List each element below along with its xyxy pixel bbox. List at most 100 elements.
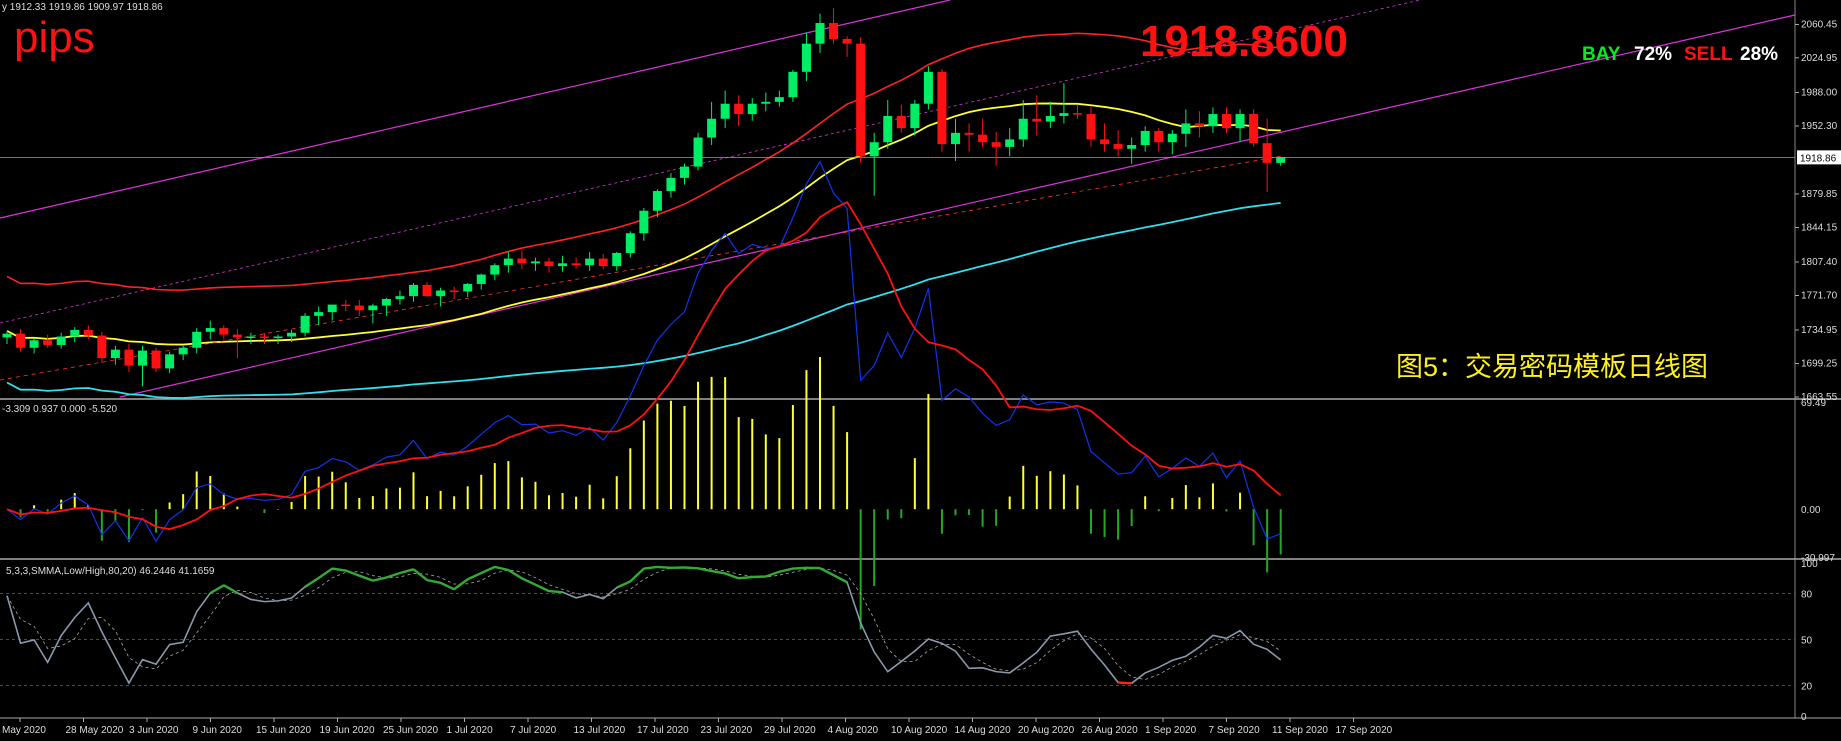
candle-body bbox=[232, 334, 242, 338]
macd-tick-label: 69.49 bbox=[1801, 398, 1826, 409]
candle-body bbox=[1262, 143, 1272, 163]
candle-body bbox=[422, 284, 432, 297]
candle-body bbox=[178, 347, 188, 355]
stochastic-tick-label: 50 bbox=[1801, 636, 1813, 647]
candle-body bbox=[788, 71, 798, 98]
chart-caption: 图5：交易密码模板日线图 bbox=[1396, 352, 1708, 382]
date-tick-label: 1 Sep 2020 bbox=[1145, 725, 1197, 736]
price-tick-label: 1771.70 bbox=[1801, 290, 1838, 301]
sell-percent: 28% bbox=[1740, 44, 1778, 65]
candle-body bbox=[83, 329, 93, 336]
candle-body bbox=[327, 304, 337, 313]
candle-body bbox=[652, 191, 662, 211]
bay-label: BAY bbox=[1582, 44, 1621, 65]
date-tick-label: 17 Sep 2020 bbox=[1336, 725, 1393, 736]
candle-body bbox=[314, 312, 324, 316]
candle-body bbox=[585, 258, 595, 266]
candle-body bbox=[639, 210, 649, 234]
candle-body bbox=[29, 340, 39, 348]
macd-tick-label: 0.00 bbox=[1801, 505, 1821, 516]
stochastic-tick-label: 20 bbox=[1801, 681, 1813, 692]
candle-body bbox=[1167, 133, 1177, 143]
price-tick-label: 1699.25 bbox=[1801, 358, 1838, 369]
date-tick-label: 13 Jul 2020 bbox=[574, 725, 626, 736]
candle-body bbox=[625, 233, 635, 253]
price-tick-label: 1734.95 bbox=[1801, 325, 1838, 336]
candle-body bbox=[16, 333, 26, 348]
date-tick-label: 19 Jun 2020 bbox=[320, 725, 375, 736]
candle-body bbox=[2, 333, 12, 338]
candle-body bbox=[1086, 114, 1096, 140]
candle-body bbox=[1276, 157, 1286, 163]
candle-body bbox=[896, 115, 906, 129]
candle-body bbox=[43, 340, 53, 345]
candle-body bbox=[1140, 130, 1150, 146]
candle-body bbox=[842, 38, 852, 44]
candle-body bbox=[503, 258, 513, 266]
candle bbox=[923, 66, 933, 110]
candle-body bbox=[910, 103, 920, 129]
price-tick-label: 1879.85 bbox=[1801, 189, 1838, 200]
candle-body bbox=[598, 258, 608, 267]
candle-body bbox=[273, 336, 283, 339]
trading-chart[interactable]: 2060.45 2024.95 1988.00 1952.30 1879.85 1844.… bbox=[0, 0, 1841, 741]
stochastic-tick-label: 100 bbox=[1801, 559, 1818, 570]
stochastic-overbought-segment bbox=[657, 565, 672, 569]
candle-body bbox=[1018, 118, 1028, 140]
current-price-tag-label: 1918.86 bbox=[1800, 153, 1837, 164]
date-tick-label: 23 Jul 2020 bbox=[701, 725, 753, 736]
candle-body bbox=[517, 258, 527, 264]
date-tick-label: 3 Jun 2020 bbox=[129, 725, 179, 736]
candle-body bbox=[869, 142, 879, 157]
candle-body bbox=[1208, 114, 1218, 127]
candle-body bbox=[666, 177, 676, 192]
ohlc-readout: y 1912.33 1919.86 1909.97 1918.86 bbox=[2, 2, 163, 13]
candle-body bbox=[1194, 123, 1204, 127]
candle-body bbox=[1072, 113, 1082, 115]
stochastic-overbought-segment bbox=[738, 575, 753, 580]
candle-body bbox=[97, 335, 107, 359]
date-tick-label: 28 May 2020 bbox=[66, 725, 124, 736]
stochastic-tick-label: 0 bbox=[1801, 712, 1807, 723]
candle-body bbox=[530, 261, 540, 264]
candle-body bbox=[761, 101, 771, 104]
candle-body bbox=[707, 118, 717, 138]
stochastic-overbought-segment bbox=[548, 589, 563, 594]
candle-body bbox=[937, 71, 947, 145]
date-tick-label: 17 Jul 2020 bbox=[637, 725, 689, 736]
candle-body bbox=[341, 304, 351, 307]
stochastic-tick-label: 80 bbox=[1801, 590, 1813, 601]
candle-body bbox=[829, 23, 839, 39]
candle-body bbox=[1100, 139, 1110, 145]
candle-body bbox=[747, 103, 757, 115]
candle-body bbox=[246, 336, 256, 339]
price-tick-label: 2060.45 bbox=[1801, 19, 1838, 30]
stochastic-oversold-segment bbox=[1118, 681, 1132, 685]
candle-body bbox=[138, 350, 147, 366]
candle-body bbox=[219, 328, 229, 335]
big-price-label: 1918.8600 bbox=[1140, 17, 1348, 66]
candle-body bbox=[259, 336, 269, 339]
macd-readout: -3.309 0.937 0.000 -5.520 bbox=[2, 404, 118, 415]
candle bbox=[693, 132, 703, 171]
candle-body bbox=[680, 166, 689, 178]
candle-body bbox=[1249, 114, 1259, 144]
date-tick-label: 15 Jun 2020 bbox=[256, 725, 311, 736]
candle-body bbox=[883, 115, 893, 143]
pips-label: pips bbox=[14, 13, 95, 62]
candle-body bbox=[558, 263, 568, 267]
date-tick-label: 9 Jun 2020 bbox=[193, 725, 243, 736]
candle-body bbox=[287, 332, 297, 337]
stochastic-overbought-segment bbox=[643, 565, 658, 570]
candle-body bbox=[774, 97, 784, 102]
date-tick-label: 1 Jul 2020 bbox=[447, 725, 494, 736]
candle-body bbox=[56, 336, 66, 345]
candle-body bbox=[1127, 145, 1137, 149]
candle-body bbox=[1222, 114, 1231, 129]
candle-body bbox=[571, 263, 581, 266]
candle-body bbox=[856, 43, 866, 157]
candle-body bbox=[490, 265, 500, 275]
candle-body bbox=[151, 350, 161, 369]
price-tick-label: 1952.30 bbox=[1801, 121, 1838, 132]
candle bbox=[1249, 109, 1259, 147]
